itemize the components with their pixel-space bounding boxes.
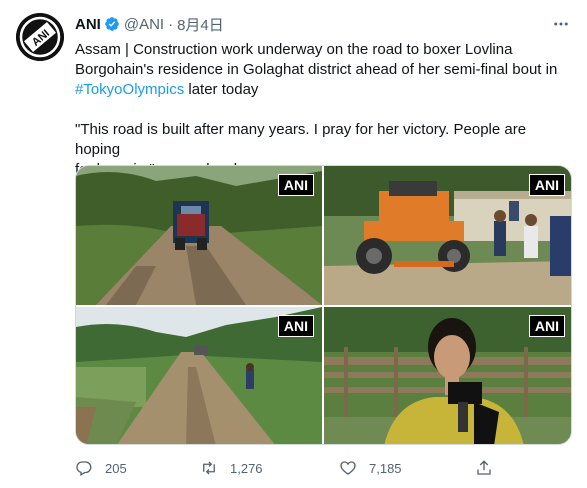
retweet-count: 1,276 xyxy=(230,460,263,476)
separator-dot: · xyxy=(168,15,174,33)
media-grid: ANI ANI ANI ANI xyxy=(75,165,572,445)
tweet[interactable]: ANI ANI @ANI · 8月4日 Assam | Construction… xyxy=(0,0,587,488)
share-icon xyxy=(477,460,491,475)
photo-local-interview[interactable]: ANI xyxy=(324,307,571,444)
ani-watermark: ANI xyxy=(277,315,314,337)
verified-badge-icon xyxy=(104,16,120,32)
more-options-icon[interactable] xyxy=(551,14,571,34)
ani-watermark: ANI xyxy=(528,315,565,337)
tweet-line: Borgohain's residence in Golaghat distri… xyxy=(75,61,558,78)
ani-watermark: ANI xyxy=(277,174,314,196)
tweet-date[interactable]: 8月4日 xyxy=(177,14,224,35)
hashtag-link[interactable]: #TokyoOlympics xyxy=(75,81,184,98)
heart-icon xyxy=(340,461,356,475)
retweet-button[interactable]: 1,276 xyxy=(200,459,263,477)
ani-watermark: ANI xyxy=(528,174,565,196)
author-name[interactable]: ANI xyxy=(75,16,101,33)
like-button[interactable]: 7,185 xyxy=(339,459,402,477)
photo-road-tractor[interactable]: ANI xyxy=(76,166,322,305)
tweet-quote-line: "This road is built after many years. I … xyxy=(75,121,527,158)
reply-count: 205 xyxy=(105,460,127,476)
tweet-text: Assam | Construction work underway on th… xyxy=(75,40,575,180)
tweet-actions: 205 1,276 7,185 xyxy=(75,458,495,478)
like-count: 7,185 xyxy=(369,460,402,476)
tweet-line: Assam | Construction work underway on th… xyxy=(75,41,513,58)
photo-road-grader[interactable]: ANI xyxy=(324,166,571,305)
reply-icon xyxy=(76,461,92,476)
avatar[interactable]: ANI xyxy=(16,13,64,61)
share-button[interactable] xyxy=(475,459,505,477)
retweet-icon xyxy=(203,461,215,475)
reply-button[interactable]: 205 xyxy=(75,459,127,477)
tweet-line: #TokyoOlympics later today xyxy=(75,80,575,100)
photo-dirt-road[interactable]: ANI xyxy=(76,307,322,444)
tweet-line-rest: later today xyxy=(184,81,259,98)
tweet-header: ANI @ANI · 8月4日 xyxy=(75,14,224,34)
author-handle[interactable]: @ANI xyxy=(124,16,164,33)
